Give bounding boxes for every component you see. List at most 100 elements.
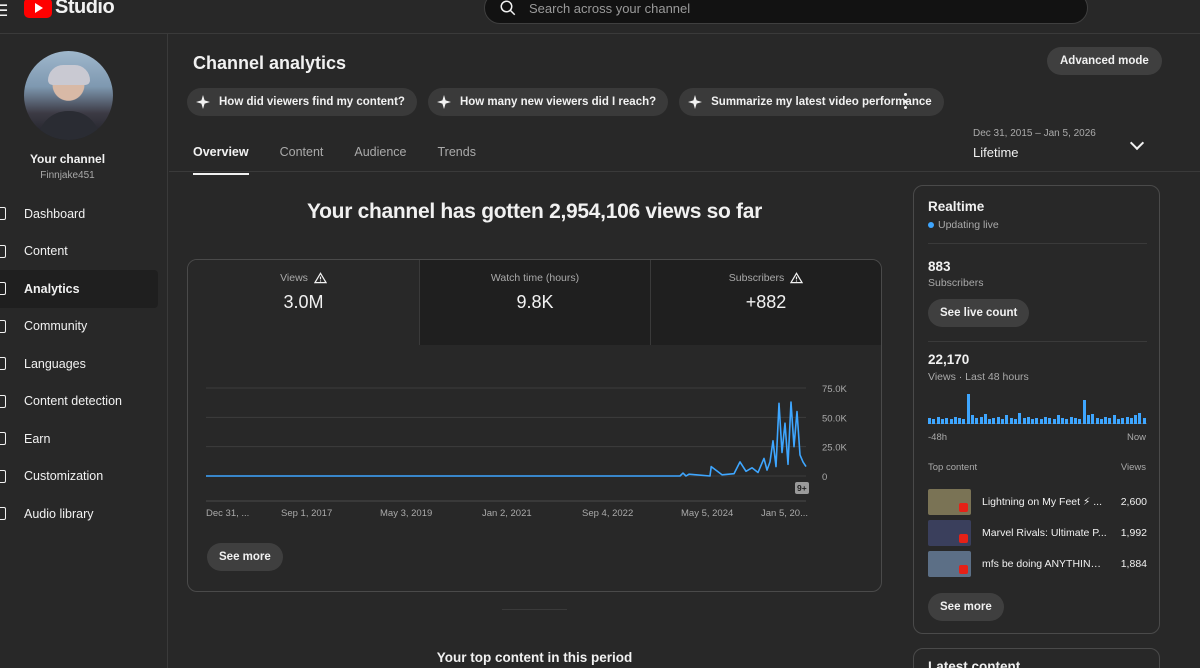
sidebar-item-label: Content detection [24,394,122,409]
sidebar: Your channel Finnjake451 Dashboard Conte… [0,34,168,668]
video-title: Marvel Rivals: Ultimate P... [982,527,1107,539]
chip-label: How many new viewers did I reach? [459,96,657,108]
sidebar-item-content[interactable]: Content [0,233,158,271]
suggestion-chips: How did viewers find my content? How man… [187,88,955,116]
realtime-bar [1001,418,1004,424]
metric-label: Subscribers [651,272,881,284]
realtime-bar [1035,417,1039,424]
realtime-bar [1022,417,1026,424]
y-tick-label: 0 [822,472,827,483]
realtime-subscribers-count: 883 [928,259,951,274]
realtime-bar [940,418,944,424]
search-bar[interactable] [484,0,1088,24]
content-icon [0,244,6,258]
top-bar: ☰ Studio [0,0,1200,34]
see-live-count-button[interactable]: See live count [928,299,1030,327]
realtime-bar [1091,414,1095,424]
sidebar-item-label: Dashboard [24,206,86,221]
realtime-bar [988,418,992,424]
date-range-selector[interactable]: Dec 31, 2015 – Jan 5, 2026 Lifetime [973,128,1096,160]
metric-watch-time[interactable]: Watch time (hours) 9.8K [419,260,650,345]
languages-icon [0,357,6,370]
sidebar-item-customization[interactable]: Customization [0,458,158,496]
realtime-bar [962,418,966,424]
realtime-status: Updating live [928,219,999,231]
sidebar-item-earn[interactable]: Earn [0,420,158,458]
warning-icon[interactable] [313,272,327,284]
x-tick-label: Sep 1, 2017 [281,508,332,519]
views-series-line [206,401,807,477]
realtime-bar [975,417,979,424]
realtime-bar [1039,418,1043,424]
top-content-title: Your top content in this period [436,650,633,665]
channel-title[interactable]: Your channel [0,152,135,166]
realtime-bar [936,416,940,424]
main-content: Channel analytics Advanced mode How did … [169,34,1200,668]
metric-views[interactable]: Views 3.0M [188,260,419,345]
video-title: mfs be doing ANYTHING ... [982,558,1108,570]
metric-tabs: Views 3.0M Watch time (hours) 9.8K Subsc… [188,260,881,345]
sidebar-item-dashboard[interactable]: Dashboard [0,195,158,233]
realtime-bar [1121,417,1125,424]
realtime-bar [1129,417,1133,424]
views-column-label: Views [1120,462,1146,473]
channel-avatar[interactable] [24,51,113,140]
sidebar-item-audio-library[interactable]: Audio library [0,495,158,533]
sidebar-item-languages[interactable]: Languages [0,345,158,383]
metric-subscribers[interactable]: Subscribers +882 [650,260,881,345]
warning-icon[interactable] [790,272,804,284]
realtime-bar [928,417,931,424]
realtime-bar [983,414,987,424]
sidebar-item-label: Community [24,319,88,334]
see-more-button[interactable]: See more [207,543,283,571]
x-tick-label: Jan 2, 2021 [482,508,532,519]
video-views: 1,884 [1120,558,1147,570]
studio-logo[interactable]: Studio [24,0,115,19]
advanced-mode-button[interactable]: Advanced mode [1047,47,1162,75]
realtime-bar [1082,400,1086,424]
realtime-views-bar-chart[interactable] [928,392,1147,424]
sidebar-item-analytics[interactable]: Analytics [0,270,158,308]
realtime-bar [945,417,949,424]
realtime-bar [1048,417,1052,424]
sidebar-item-label: Analytics [24,281,80,296]
realtime-status-text: Updating live [938,219,999,231]
avatar-hair [48,65,90,85]
sidebar-item-label: Customization [24,469,104,484]
earn-icon [0,432,6,445]
x-tick-label: Jan 5, 20... [761,508,808,519]
realtime-bar [992,417,996,424]
metric-label-text: Subscribers [728,272,785,284]
realtime-card: Realtime Updating live 883 Subscribers S… [913,185,1160,634]
views-line-chart[interactable]: 75.0K 50.0K 25.0K 0 Dec 31, ... Sep 1, 2017 Ma… [206,378,866,528]
analytics-icon [0,282,6,295]
menu-icon[interactable]: ☰ [0,1,8,21]
realtime-bar [1061,417,1065,424]
top-content-row[interactable]: Marvel Rivals: Ultimate P... 1,992 [928,520,1147,546]
date-range-dates: Dec 31, 2015 – Jan 5, 2026 [973,128,1096,139]
sidebar-item-content-detection[interactable]: Content detection [0,383,158,421]
metric-label: Watch time (hours) [420,272,650,284]
more-options-icon[interactable] [902,93,908,109]
metric-value: +882 [745,292,787,312]
sidebar-item-label: Audio library [24,506,94,521]
video-views: 1,992 [1120,527,1147,539]
top-content-label: Top content [928,462,978,473]
realtime-bar [979,416,983,424]
top-content-row[interactable]: mfs be doing ANYTHING ... 1,884 [928,551,1147,577]
channel-handle: Finnjake451 [40,170,95,181]
search-input[interactable] [529,0,1029,16]
realtime-bar [1125,416,1129,424]
customization-icon [0,469,6,483]
realtime-bar [953,416,957,424]
top-content-row[interactable]: Lightning on My Feet ⚡ ... 2,600 [928,489,1147,515]
realtime-see-more-button[interactable]: See more [928,593,1004,621]
video-thumbnail [928,520,971,546]
sidebar-item-label: Content [24,244,68,259]
chip-new-viewers[interactable]: How many new viewers did I reach? [427,88,669,116]
avatar-shirt [38,111,100,140]
chevron-down-icon[interactable] [1129,135,1145,151]
chip-viewers-find[interactable]: How did viewers find my content? [187,88,417,116]
realtime-bar [1095,417,1099,424]
sidebar-item-community[interactable]: Community [0,308,158,346]
